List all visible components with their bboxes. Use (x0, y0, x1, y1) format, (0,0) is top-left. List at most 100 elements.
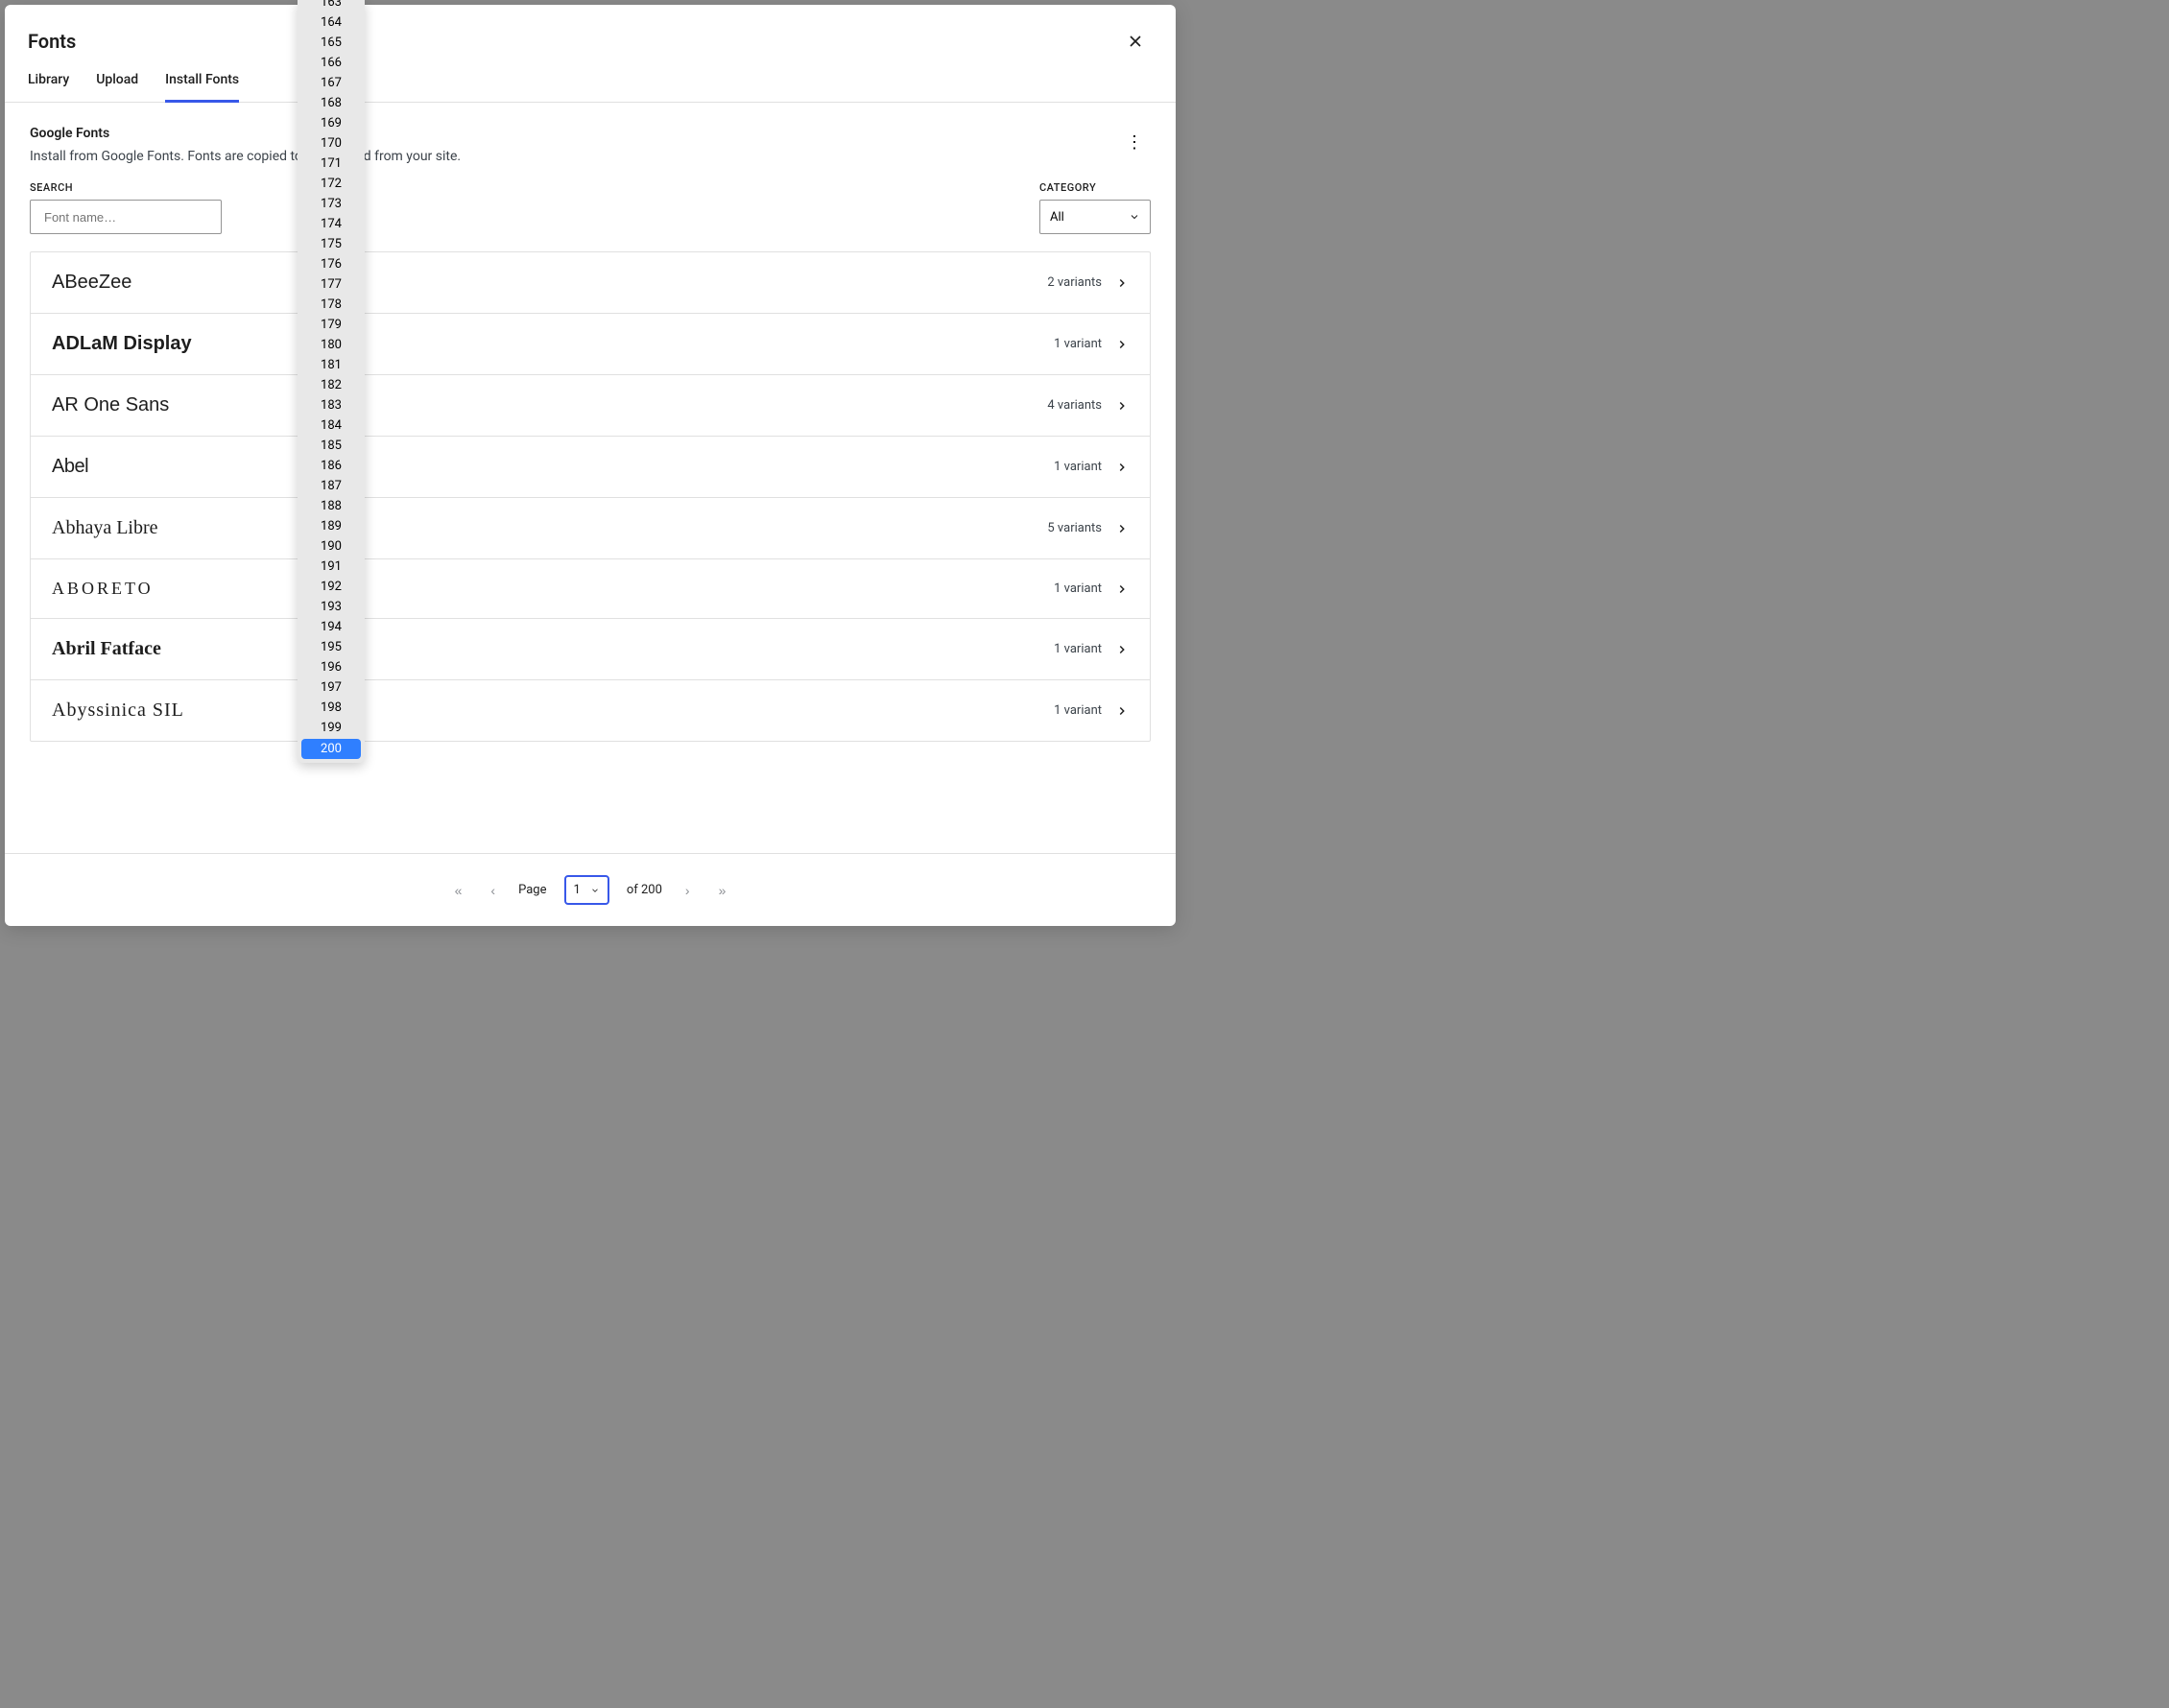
chevron-down-icon (590, 886, 600, 895)
more-options-button[interactable]: ⋮ (1118, 126, 1151, 158)
content-area: Google Fonts Install from Google Fonts. … (5, 103, 1176, 853)
dropdown-item[interactable]: 199 (298, 718, 365, 738)
dropdown-item-selected[interactable]: 200 (301, 739, 361, 759)
search-input[interactable] (44, 210, 213, 225)
dropdown-item[interactable]: 176 (298, 254, 365, 274)
dropdown-item[interactable]: 174 (298, 214, 365, 234)
font-name: Abhaya Libre (52, 517, 158, 539)
page-number-dropdown[interactable]: 1631641651661671681691701711721731741751… (298, 0, 365, 763)
section-header: Google Fonts Install from Google Fonts. … (30, 126, 1151, 164)
variant-count: 1 variant (1054, 703, 1102, 718)
chevron-down-icon (1129, 211, 1140, 223)
dropdown-item[interactable]: 188 (298, 496, 365, 516)
close-icon (1126, 32, 1145, 51)
font-item[interactable]: Abyssinica SIL 1 variant (31, 680, 1150, 741)
font-item[interactable]: Abel 1 variant (31, 437, 1150, 498)
font-item[interactable]: ABeeZee 2 variants (31, 252, 1150, 314)
first-page-button[interactable]: « (449, 879, 468, 902)
dropdown-item[interactable]: 195 (298, 637, 365, 657)
dropdown-item[interactable]: 197 (298, 677, 365, 698)
dropdown-item[interactable]: 163 (298, 0, 365, 12)
section-title: Google Fonts (30, 126, 461, 141)
page-label: Page (518, 883, 546, 897)
chevron-right-icon (1115, 704, 1129, 718)
font-name: ADLaM Display (52, 333, 192, 355)
font-meta: 1 variant (1054, 337, 1129, 351)
page-total: of 200 (627, 883, 662, 897)
page-select[interactable]: 1 (564, 875, 609, 905)
dropdown-item[interactable]: 184 (298, 415, 365, 436)
chevron-right-icon (1115, 643, 1129, 656)
dropdown-item[interactable]: 172 (298, 174, 365, 194)
dropdown-item[interactable]: 166 (298, 53, 365, 73)
font-meta: 1 variant (1054, 581, 1129, 596)
variant-count: 1 variant (1054, 337, 1102, 351)
modal-header: Fonts (5, 5, 1176, 55)
controls-row: SEARCH CATEGORY All (30, 181, 1151, 234)
last-page-button[interactable]: » (713, 879, 732, 902)
tabs: Library Upload Install Fonts (5, 55, 1176, 103)
next-page-button[interactable]: › (679, 879, 696, 902)
dropdown-item[interactable]: 190 (298, 536, 365, 557)
variant-count: 1 variant (1054, 460, 1102, 474)
dropdown-item[interactable]: 185 (298, 436, 365, 456)
font-name: Abyssinica SIL (52, 700, 184, 722)
tab-library[interactable]: Library (28, 72, 69, 103)
dropdown-item[interactable]: 179 (298, 315, 365, 335)
vertical-dots-icon: ⋮ (1126, 132, 1143, 152)
variant-count: 2 variants (1047, 275, 1102, 290)
pagination-footer: « ‹ Page 1 of 200 › » (5, 853, 1176, 926)
dropdown-item[interactable]: 186 (298, 456, 365, 476)
variant-count: 1 variant (1054, 581, 1102, 596)
font-list: ABeeZee 2 variants ADLaM Display 1 varia… (30, 251, 1151, 742)
dropdown-item[interactable]: 183 (298, 395, 365, 415)
font-item[interactable]: AR One Sans 4 variants (31, 375, 1150, 437)
chevron-right-icon (1115, 582, 1129, 596)
font-meta: 4 variants (1047, 398, 1129, 413)
variant-count: 4 variants (1047, 398, 1102, 413)
dropdown-item[interactable]: 168 (298, 93, 365, 113)
chevron-right-icon (1115, 461, 1129, 474)
tab-install-fonts[interactable]: Install Fonts (165, 72, 239, 103)
font-name: Abril Fatface (52, 638, 161, 660)
dropdown-item[interactable]: 177 (298, 274, 365, 295)
dropdown-item[interactable]: 164 (298, 12, 365, 33)
font-meta: 5 variants (1047, 521, 1129, 535)
dropdown-item[interactable]: 191 (298, 557, 365, 577)
dropdown-item[interactable]: 173 (298, 194, 365, 214)
dropdown-item[interactable]: 192 (298, 577, 365, 597)
dropdown-item[interactable]: 175 (298, 234, 365, 254)
category-label: CATEGORY (1039, 181, 1151, 194)
dropdown-item[interactable]: 167 (298, 73, 365, 93)
dropdown-item[interactable]: 170 (298, 133, 365, 154)
font-name: Aboreto (52, 579, 154, 599)
font-name: AR One Sans (52, 394, 169, 416)
variant-count: 5 variants (1047, 521, 1102, 535)
dropdown-item[interactable]: 165 (298, 33, 365, 53)
font-item[interactable]: Abril Fatface 1 variant (31, 619, 1150, 680)
font-meta: 1 variant (1054, 642, 1129, 656)
dropdown-item[interactable]: 193 (298, 597, 365, 617)
search-input-wrapper[interactable] (30, 200, 222, 234)
dropdown-item[interactable]: 187 (298, 476, 365, 496)
dropdown-item[interactable]: 198 (298, 698, 365, 718)
fonts-modal: Fonts Library Upload Install Fonts Googl… (5, 5, 1176, 926)
dropdown-item[interactable]: 182 (298, 375, 365, 395)
category-value: All (1050, 210, 1064, 225)
close-button[interactable] (1122, 28, 1149, 55)
font-item[interactable]: Aboreto 1 variant (31, 559, 1150, 619)
dropdown-item[interactable]: 178 (298, 295, 365, 315)
chevron-right-icon (1115, 276, 1129, 290)
dropdown-item[interactable]: 169 (298, 113, 365, 133)
category-select[interactable]: All (1039, 200, 1151, 234)
dropdown-item[interactable]: 171 (298, 154, 365, 174)
dropdown-item[interactable]: 194 (298, 617, 365, 637)
prev-page-button[interactable]: ‹ (485, 879, 501, 902)
tab-upload[interactable]: Upload (96, 72, 138, 103)
dropdown-item[interactable]: 196 (298, 657, 365, 677)
dropdown-item[interactable]: 180 (298, 335, 365, 355)
dropdown-item[interactable]: 189 (298, 516, 365, 536)
dropdown-item[interactable]: 181 (298, 355, 365, 375)
font-item[interactable]: Abhaya Libre 5 variants (31, 498, 1150, 559)
font-item[interactable]: ADLaM Display 1 variant (31, 314, 1150, 375)
